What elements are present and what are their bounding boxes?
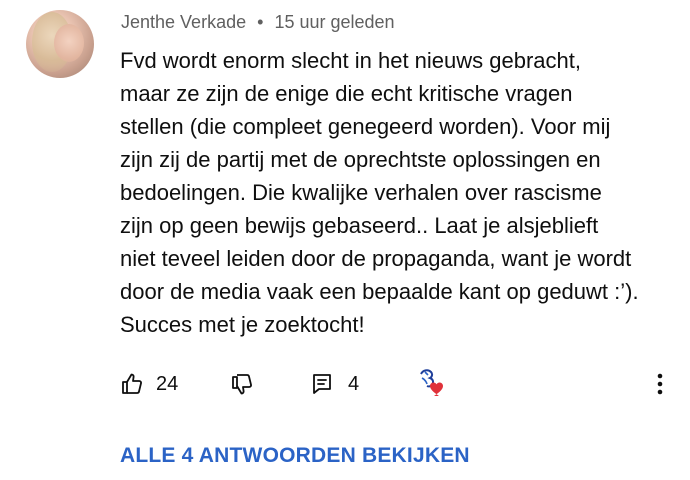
separator-dot: •	[257, 12, 264, 32]
comment-actions: 24 4	[120, 366, 680, 402]
author-name[interactable]: Jenthe Verkade	[121, 12, 246, 32]
view-replies-link[interactable]: ALLE 4 ANTWOORDEN BEKIJKEN	[120, 444, 470, 468]
comment-timestamp[interactable]: 15 uur geleden	[274, 12, 394, 32]
dislike-button[interactable]	[230, 366, 254, 402]
reply-count: 4	[348, 372, 360, 395]
more-vertical-icon	[657, 373, 663, 395]
like-button[interactable]: 24	[120, 366, 178, 402]
comment-text: Fvd wordt enorm slecht in het nieuws geb…	[120, 48, 639, 337]
like-count: 24	[156, 372, 179, 395]
creator-heart-badge	[416, 366, 450, 402]
reply-button[interactable]: 4	[310, 366, 359, 402]
more-actions-button[interactable]	[650, 366, 670, 402]
thumbs-down-icon	[230, 372, 254, 396]
thumbs-up-icon	[120, 372, 144, 396]
comment-icon	[310, 372, 334, 396]
comment-header: Jenthe Verkade • 15 uur geleden	[121, 12, 395, 33]
avatar[interactable]	[26, 10, 94, 78]
creator-heart-icon	[416, 366, 450, 402]
